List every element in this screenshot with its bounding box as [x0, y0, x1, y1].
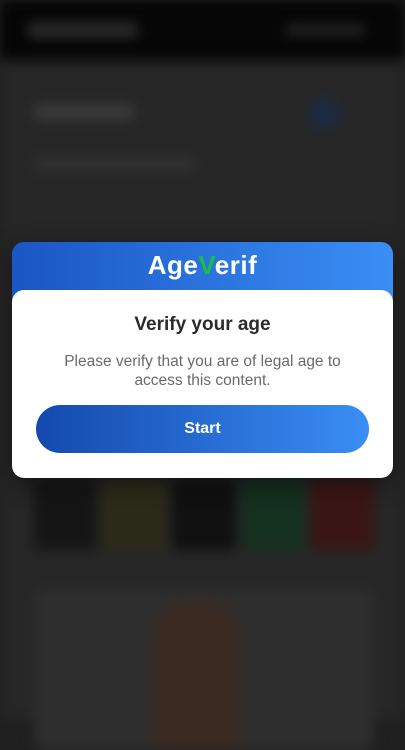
background-hero-image — [34, 590, 374, 750]
age-verification-modal: AgeVerif Verify your age Please verify t… — [12, 242, 393, 478]
background-thumbnail — [310, 480, 375, 550]
background-heading — [34, 104, 134, 120]
brand-prefix: Age — [147, 250, 199, 280]
start-button[interactable]: Start — [36, 405, 369, 453]
background-nav — [285, 24, 365, 36]
background-thumbnail — [103, 480, 167, 550]
background-subheading — [34, 158, 194, 170]
background-logo — [28, 22, 138, 38]
modal-body: Verify your age Please verify that you a… — [12, 290, 393, 478]
modal-description: Please verify that you are of legal age … — [64, 353, 341, 389]
ageverif-logo: AgeVerif — [12, 250, 393, 281]
modal-title: Verify your age — [134, 314, 271, 335]
background-thumbnail — [34, 480, 98, 550]
background-thumbnail — [241, 480, 305, 550]
background-thumbnail — [172, 480, 236, 550]
brand-suffix: erif — [214, 250, 258, 280]
background-figure — [152, 600, 242, 750]
background-top-bar — [0, 0, 405, 60]
background-thumbnails — [34, 480, 375, 550]
brand-check: V — [198, 250, 215, 280]
background-icon — [311, 100, 339, 128]
